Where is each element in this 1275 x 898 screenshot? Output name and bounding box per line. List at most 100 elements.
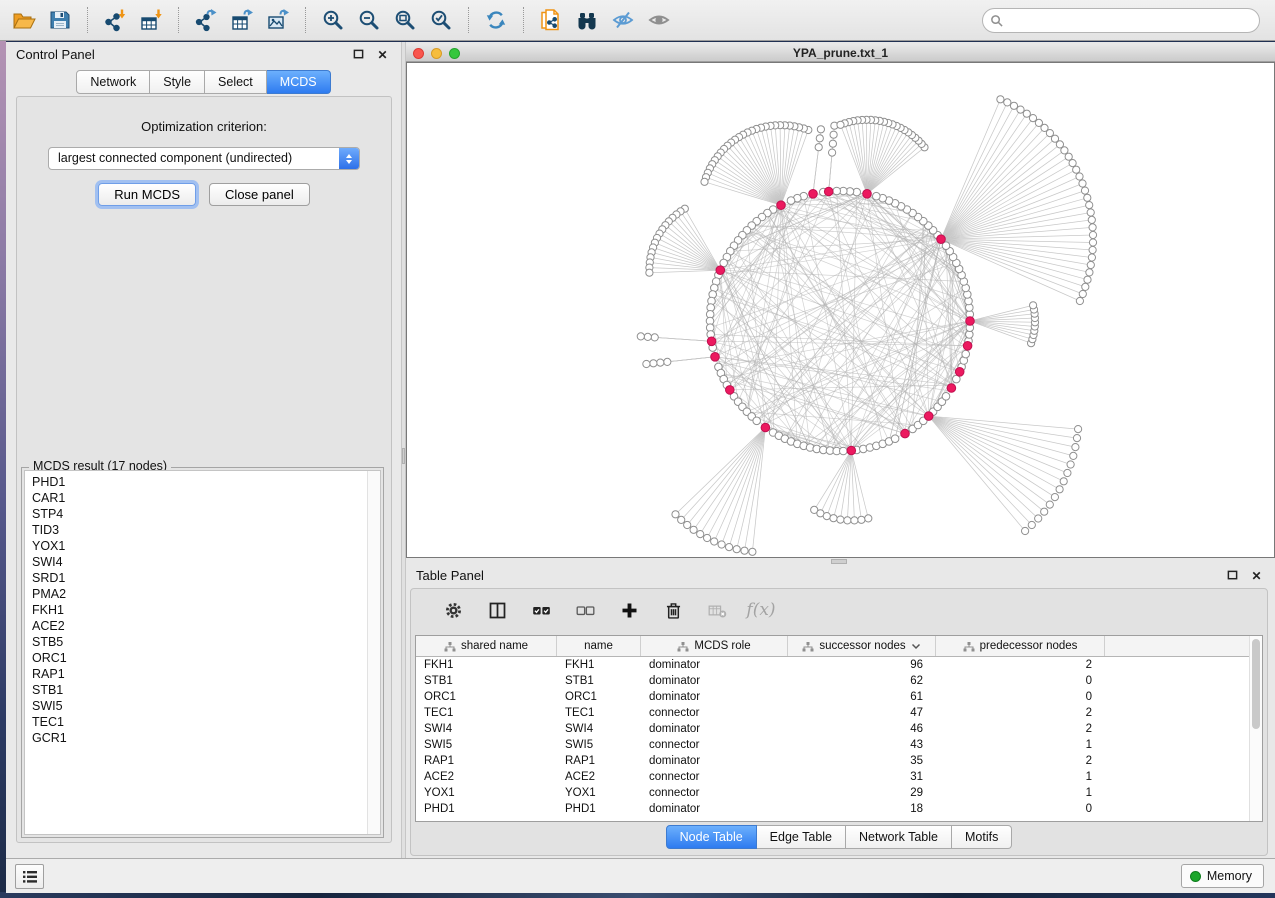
show-graphics-details-button[interactable] — [641, 4, 677, 36]
network-node[interactable] — [1087, 209, 1094, 216]
table-cell[interactable]: dominator — [641, 753, 788, 769]
network-node[interactable] — [1030, 302, 1037, 309]
splitter-grip-icon[interactable] — [402, 448, 405, 464]
search-input[interactable] — [1003, 10, 1259, 30]
scrollbar-thumb[interactable] — [1252, 639, 1260, 729]
network-hub-node[interactable] — [847, 446, 856, 455]
network-node[interactable] — [844, 517, 851, 524]
network-node[interactable] — [830, 131, 837, 138]
update-network-button[interactable] — [478, 4, 514, 36]
network-node[interactable] — [833, 187, 841, 195]
table-cell[interactable]: SWI4 — [557, 721, 641, 737]
network-node[interactable] — [1046, 501, 1053, 508]
table-cell[interactable]: ACE2 — [557, 769, 641, 785]
table-row[interactable]: SWI4SWI4dominator462 — [416, 721, 1262, 737]
network-node[interactable] — [1082, 283, 1089, 290]
mcds-result-item[interactable]: CAR1 — [32, 490, 367, 506]
float-panel-button[interactable] — [1224, 567, 1241, 584]
network-node[interactable] — [1089, 246, 1096, 253]
table-row[interactable]: TEC1TEC1connector472 — [416, 705, 1262, 721]
tab-select[interactable]: Select — [205, 70, 267, 94]
table-cell[interactable]: PHD1 — [557, 801, 641, 817]
network-node[interactable] — [837, 121, 844, 128]
mcds-result-item[interactable]: STB5 — [32, 634, 367, 650]
network-node[interactable] — [1086, 269, 1093, 276]
create-column-button[interactable] — [607, 594, 651, 626]
zoom-out-button[interactable] — [351, 4, 387, 36]
table-cell[interactable]: 62 — [788, 673, 936, 689]
network-hub-node[interactable] — [707, 337, 716, 346]
task-history-button[interactable] — [15, 864, 44, 889]
network-node[interactable] — [829, 140, 836, 147]
network-node[interactable] — [1017, 106, 1024, 113]
delete-table-button[interactable] — [695, 594, 739, 626]
network-node[interactable] — [684, 521, 691, 528]
mcds-result-item[interactable]: TEC1 — [32, 714, 367, 730]
network-node[interactable] — [787, 197, 795, 205]
table-row[interactable]: RAP1RAP1dominator352 — [416, 753, 1262, 769]
network-node[interactable] — [664, 358, 671, 365]
network-node[interactable] — [1060, 478, 1067, 485]
table-cell[interactable]: PHD1 — [416, 801, 557, 817]
table-cell[interactable]: FKH1 — [557, 657, 641, 673]
network-node[interactable] — [851, 517, 858, 524]
network-hub-node[interactable] — [955, 368, 964, 377]
table-row[interactable]: FKH1FKH1dominator962 — [416, 657, 1262, 673]
table-cell[interactable]: connector — [641, 785, 788, 801]
network-hub-node[interactable] — [761, 423, 770, 432]
mcds-result-item[interactable]: FKH1 — [32, 602, 367, 618]
table-cell[interactable]: dominator — [641, 801, 788, 817]
network-node[interactable] — [891, 435, 899, 443]
table-cell[interactable]: 43 — [788, 737, 936, 753]
export-image-button[interactable] — [260, 4, 296, 36]
table-cell[interactable]: 1 — [936, 785, 1105, 801]
table-row[interactable]: SWI5SWI5connector431 — [416, 737, 1262, 753]
close-mcds-panel-button[interactable]: Close panel — [209, 183, 310, 206]
table-cell[interactable]: 35 — [788, 753, 936, 769]
table-cell[interactable]: SWI4 — [416, 721, 557, 737]
network-window-titlebar[interactable]: YPA_prune.txt_1 — [406, 45, 1275, 62]
function-builder-button[interactable]: f(x) — [739, 594, 783, 626]
network-hub-node[interactable] — [824, 187, 833, 196]
table-cell[interactable]: dominator — [641, 673, 788, 689]
table-cell[interactable]: STB1 — [416, 673, 557, 689]
network-hub-node[interactable] — [966, 317, 975, 326]
export-network-button[interactable] — [188, 4, 224, 36]
mcds-result-item[interactable]: SWI4 — [32, 554, 367, 570]
table-cell[interactable]: connector — [641, 737, 788, 753]
table-cell[interactable]: 0 — [936, 801, 1105, 817]
network-node[interactable] — [1004, 99, 1011, 106]
mcds-result-item[interactable]: STB1 — [32, 682, 367, 698]
table-cell[interactable]: YOX1 — [557, 785, 641, 801]
network-node[interactable] — [1075, 426, 1082, 433]
tab-edge-table[interactable]: Edge Table — [757, 825, 846, 849]
table-cell[interactable]: ORC1 — [557, 689, 641, 705]
network-node[interactable] — [1035, 515, 1042, 522]
tab-mcds[interactable]: MCDS — [267, 70, 331, 94]
table-cell[interactable]: RAP1 — [416, 753, 557, 769]
network-node[interactable] — [873, 192, 881, 200]
mcds-result-item[interactable]: PHD1 — [32, 474, 367, 490]
tab-node-table[interactable]: Node Table — [666, 825, 757, 849]
close-panel-button[interactable]: ✕ — [374, 46, 391, 63]
network-hub-node[interactable] — [963, 342, 972, 351]
table-cell[interactable]: ACE2 — [416, 769, 557, 785]
mcds-result-item[interactable]: ORC1 — [32, 650, 367, 666]
network-node[interactable] — [1089, 231, 1096, 238]
network-node[interactable] — [733, 546, 740, 553]
network-node[interactable] — [823, 513, 830, 520]
mcds-result-item[interactable]: STP4 — [32, 506, 367, 522]
network-node[interactable] — [657, 359, 664, 366]
column-header-predecessor-nodes[interactable]: predecessor nodes — [936, 636, 1105, 656]
memory-button[interactable]: Memory — [1181, 864, 1264, 888]
network-node[interactable] — [704, 534, 711, 541]
table-cell[interactable]: FKH1 — [416, 657, 557, 673]
network-node[interactable] — [837, 516, 844, 523]
mcds-result-scrollbar[interactable] — [367, 471, 380, 834]
network-hub-node[interactable] — [947, 384, 956, 393]
mcds-result-item[interactable]: RAP1 — [32, 666, 367, 682]
table-cell[interactable]: TEC1 — [557, 705, 641, 721]
network-node[interactable] — [644, 333, 651, 340]
table-row[interactable]: YOX1YOX1connector291 — [416, 785, 1262, 801]
network-node[interactable] — [1079, 290, 1086, 297]
